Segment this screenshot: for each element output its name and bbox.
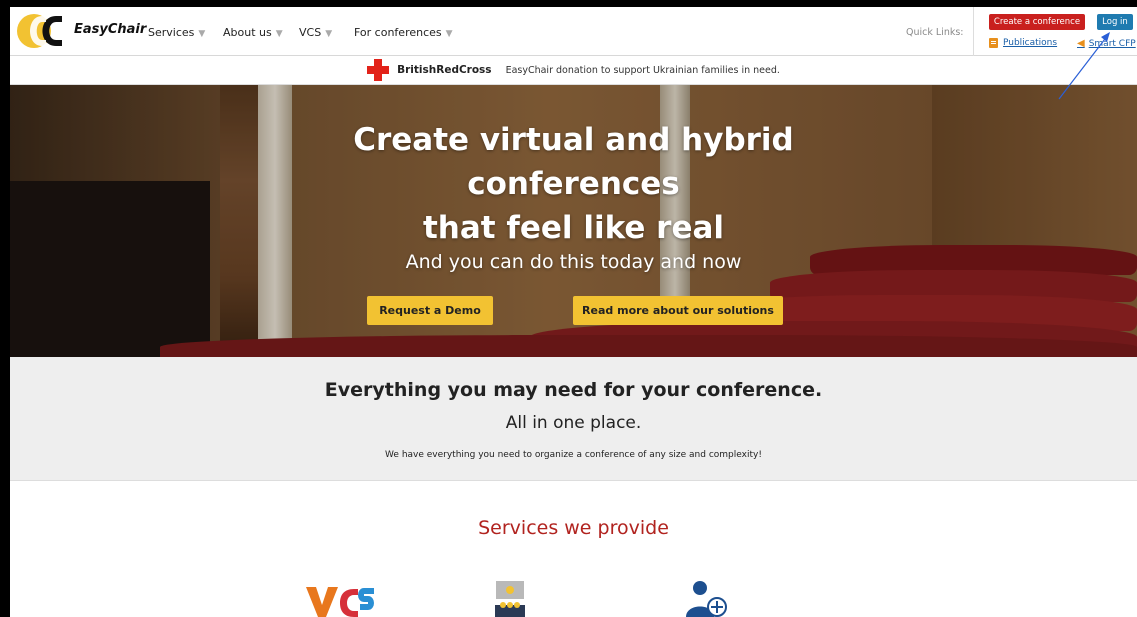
hero-subtitle: And you can do this today and now [405, 251, 742, 273]
nav-vcs[interactable]: VCS ▼ [299, 26, 332, 39]
hero-section: Create virtual and hybrid conferences th… [10, 85, 1137, 357]
chevron-down-icon: ▼ [445, 29, 453, 39]
read-more-solutions-button[interactable]: Read more about our solutions [573, 296, 783, 325]
everything-title: Everything you may need for your confere… [324, 379, 823, 401]
everything-subtitle: All in one place. [505, 413, 642, 433]
british-red-cross-label: BritishRedCross [397, 64, 492, 76]
everything-section: Everything you may need for your confere… [10, 357, 1137, 481]
nav-about-us[interactable]: About us ▼ [223, 26, 283, 39]
nav-for-conferences[interactable]: For conferences ▼ [354, 26, 453, 39]
hero-title-line3: that feel like real [422, 210, 725, 246]
nav-about-label: About us [223, 26, 272, 39]
login-button[interactable]: Log in [1097, 14, 1133, 30]
add-user-icon[interactable] [686, 581, 728, 617]
easychair-logo[interactable]: EasyChair [16, 13, 146, 49]
logo-text: EasyChair [74, 22, 147, 37]
everything-description: We have everything you need to organize … [385, 450, 762, 460]
hero-title-line1: Create virtual and hybrid [353, 122, 794, 158]
nav-services[interactable]: Services ▼ [148, 26, 205, 39]
request-demo-button[interactable]: Request a Demo [367, 296, 493, 325]
donation-banner[interactable]: BritishRedCross EasyChair donation to su… [10, 56, 1137, 85]
services-title: Services we provide [478, 517, 669, 539]
create-conference-button[interactable]: Create a conference [989, 14, 1085, 30]
quick-links-label: Quick Links: [906, 27, 964, 38]
top-navigation: EasyChair Services ▼ About us ▼ VCS ▼ For c… [10, 7, 1137, 56]
page: EasyChair Services ▼ About us ▼ VCS ▼ For c… [10, 7, 1137, 617]
publications-icon [989, 38, 998, 48]
chevron-down-icon: ▼ [325, 29, 333, 39]
banner-message: EasyChair donation to support Ukrainian … [505, 64, 780, 76]
publications-label: Publications [1003, 38, 1058, 48]
vcs-logo-icon[interactable] [304, 581, 376, 617]
red-cross-icon [367, 59, 390, 81]
nav-for-conferences-label: For conferences [354, 26, 442, 39]
audience-screen-icon[interactable] [495, 581, 525, 617]
publications-link[interactable]: Publications [989, 38, 1057, 48]
hero-title-line2: conferences [467, 166, 680, 202]
nav-services-label: Services [148, 26, 195, 39]
smart-cfp-link[interactable]: ◀ Smart CFP [1077, 38, 1136, 49]
chevron-down-icon: ▼ [198, 29, 206, 39]
divider [973, 7, 974, 56]
smart-cfp-label: Smart CFP [1088, 38, 1136, 49]
nav-vcs-label: VCS [299, 26, 322, 39]
chevron-down-icon: ▼ [275, 29, 283, 39]
speaker-icon: ◀ [1077, 38, 1085, 49]
